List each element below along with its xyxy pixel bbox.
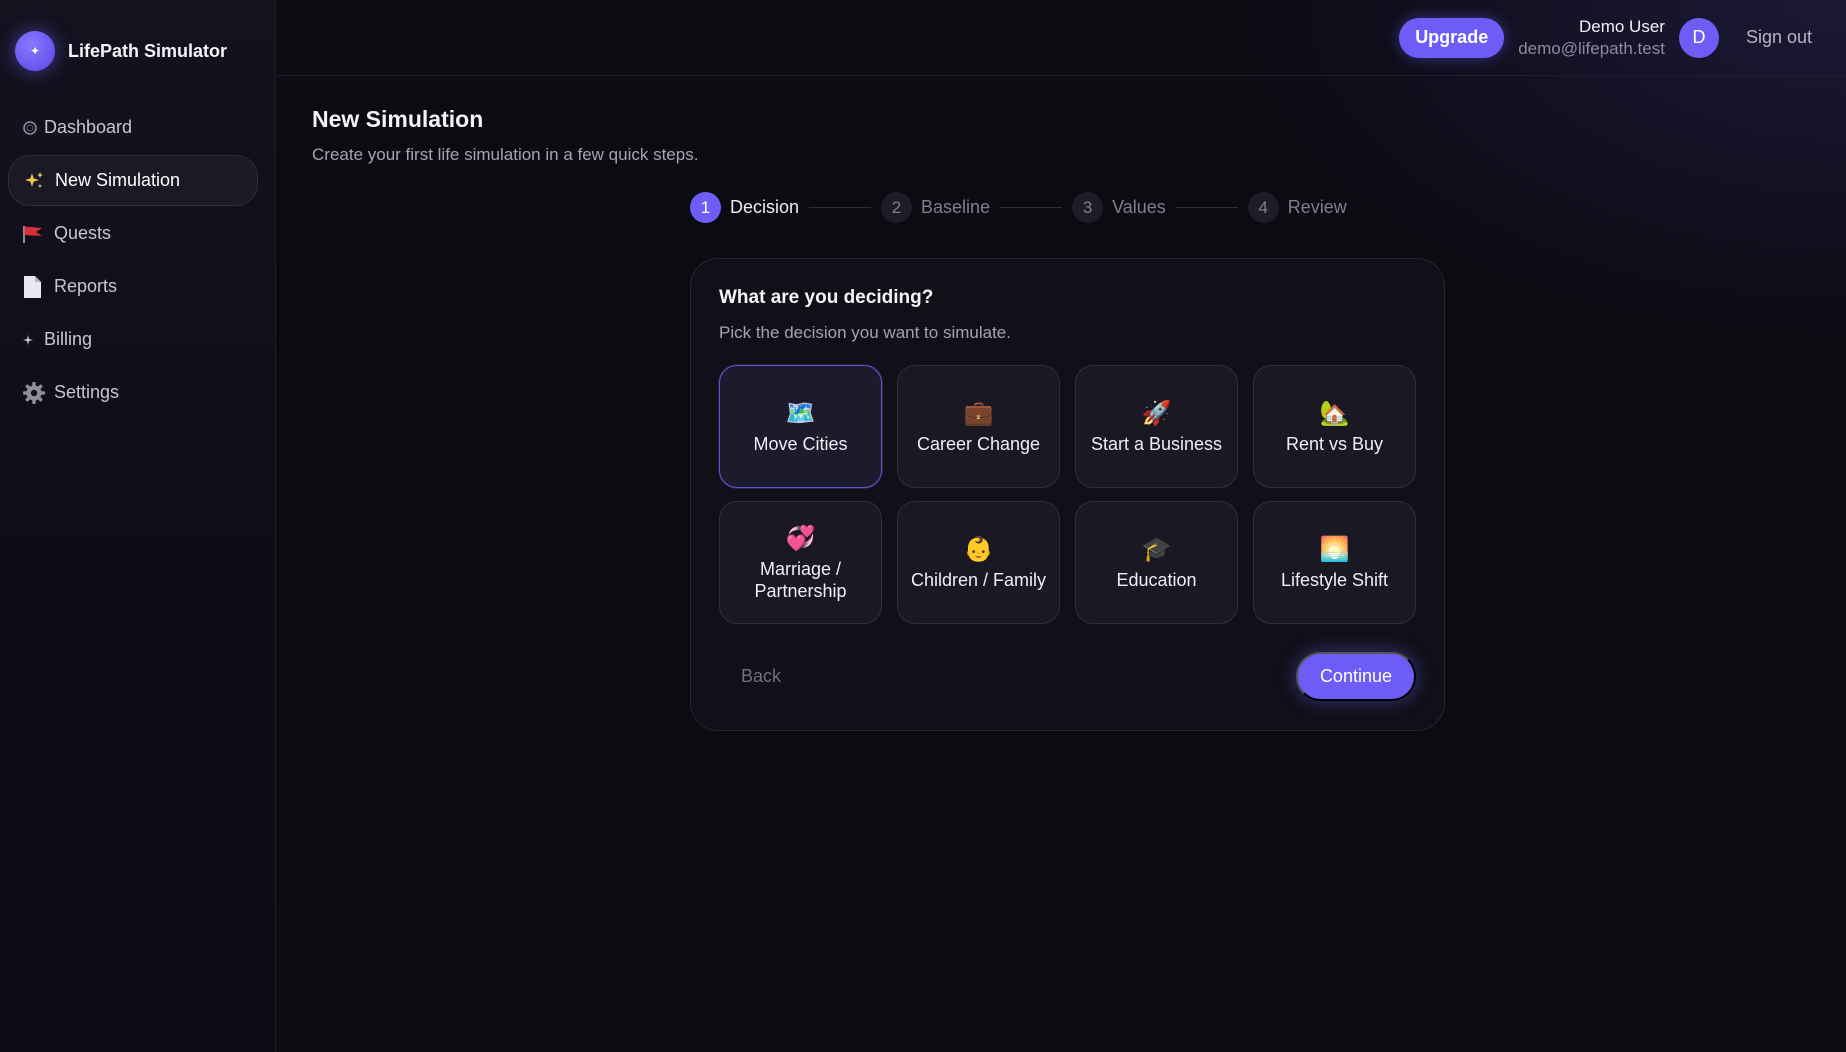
step-connector — [1000, 207, 1063, 208]
step-baseline[interactable]: 2 Baseline — [881, 192, 990, 223]
step-connector — [809, 207, 872, 208]
page-subtitle: Create your first life simulation in a f… — [312, 145, 699, 164]
user-email: demo@lifepath.test — [1518, 38, 1665, 58]
option-label: Education — [1116, 569, 1197, 590]
sidebar-item-label: New Simulation — [55, 170, 181, 190]
sidebar-nav: Dashboard New Simulation Quests Reports … — [8, 102, 267, 418]
avatar[interactable]: D — [1678, 17, 1719, 58]
brand-name: LifePath Simulator — [68, 40, 228, 61]
graduation-cap-icon: 🎓 — [1141, 535, 1172, 563]
sidebar: ✦ LifePath Simulator Dashboard New Simul… — [0, 0, 276, 1052]
sidebar-item-label: Settings — [54, 382, 120, 402]
step-number: 4 — [1247, 192, 1279, 223]
continue-button[interactable]: Continue — [1295, 652, 1416, 701]
gear-icon — [22, 381, 54, 405]
step-values[interactable]: 3 Values — [1072, 192, 1166, 223]
sidebar-item-settings[interactable]: Settings — [8, 367, 267, 418]
flag-icon — [22, 224, 54, 244]
sunrise-icon: 🌅 — [1319, 535, 1350, 563]
topbar: Upgrade Demo User demo@lifepath.test D S… — [276, 0, 1846, 76]
sidebar-item-label: Billing — [44, 329, 93, 349]
brand[interactable]: ✦ LifePath Simulator — [8, 0, 267, 102]
main-content: Upgrade Demo User demo@lifepath.test D S… — [276, 0, 1846, 1052]
sidebar-item-label: Dashboard — [44, 117, 133, 137]
step-decision[interactable]: 1 Decision — [690, 192, 799, 223]
document-icon — [22, 275, 54, 299]
option-label: Rent vs Buy — [1285, 433, 1384, 454]
sign-out-link[interactable]: Sign out — [1746, 27, 1812, 48]
option-label: Lifestyle Shift — [1280, 569, 1389, 590]
card-subtitle: Pick the decision you want to simulate. — [719, 323, 1011, 342]
step-label: Decision — [730, 197, 800, 217]
option-label: Career Change — [916, 433, 1041, 454]
option-move-cities[interactable]: 🗺️ Move Cities — [719, 365, 882, 488]
user-info: Demo User demo@lifepath.test — [1518, 16, 1665, 60]
card-actions: Back Continue — [719, 652, 1416, 701]
option-label: Children / Family — [910, 569, 1047, 590]
option-education[interactable]: 🎓 Education — [1075, 501, 1238, 624]
option-rent-vs-buy[interactable]: 🏡 Rent vs Buy — [1253, 365, 1416, 488]
option-children-family[interactable]: 👶 Children / Family — [897, 501, 1060, 624]
option-career-change[interactable]: 💼 Career Change — [897, 365, 1060, 488]
sidebar-item-billing[interactable]: Billing — [8, 314, 267, 365]
sidebar-item-new-simulation[interactable]: New Simulation — [8, 155, 258, 206]
decision-card: What are you deciding? Pick the decision… — [690, 258, 1445, 731]
option-marriage-partnership[interactable]: 💞 Marriage / Partnership — [719, 501, 882, 624]
map-icon: 🗺️ — [785, 399, 816, 427]
sidebar-item-quests[interactable]: Quests — [8, 208, 267, 259]
option-label: Start a Business — [1090, 433, 1223, 454]
baby-icon: 👶 — [963, 535, 994, 563]
sparkle-icon — [22, 334, 44, 346]
card-title: What are you deciding? — [719, 287, 934, 308]
step-number: 1 — [690, 192, 721, 223]
page-header: New Simulation Create your first life si… — [276, 76, 1846, 165]
stepper: 1 Decision 2 Baseline 3 Values 4 Review — [690, 192, 1347, 223]
house-icon: 🏡 — [1319, 399, 1350, 427]
step-review[interactable]: 4 Review — [1247, 192, 1347, 223]
sidebar-item-label: Quests — [54, 223, 112, 243]
step-number: 3 — [1072, 192, 1104, 223]
step-label: Baseline — [921, 197, 991, 217]
rocket-icon: 🚀 — [1141, 399, 1172, 427]
sidebar-item-reports[interactable]: Reports — [8, 261, 267, 312]
step-label: Review — [1287, 197, 1347, 217]
option-label: Marriage / Partnership — [754, 558, 847, 601]
option-label: Move Cities — [753, 433, 848, 454]
upgrade-button[interactable]: Upgrade — [1399, 17, 1505, 58]
sidebar-item-dashboard[interactable]: Dashboard — [8, 102, 267, 153]
step-connector — [1175, 207, 1238, 208]
step-label: Values — [1112, 197, 1166, 217]
option-lifestyle-shift[interactable]: 🌅 Lifestyle Shift — [1253, 501, 1416, 624]
app-root: ✦ LifePath Simulator Dashboard New Simul… — [0, 0, 1846, 1052]
page-title: New Simulation — [312, 106, 484, 132]
step-number: 2 — [881, 192, 913, 223]
briefcase-icon: 💼 — [963, 399, 994, 427]
hearts-icon: 💞 — [785, 524, 816, 552]
decision-options: 🗺️ Move Cities 💼 Career Change 🚀 Start a… — [719, 365, 1416, 624]
user-name: Demo User — [1578, 16, 1665, 36]
sidebar-item-label: Reports — [54, 276, 118, 296]
brand-logo-icon: ✦ — [15, 31, 55, 71]
sparkles-icon — [23, 170, 55, 192]
option-start-a-business[interactable]: 🚀 Start a Business — [1075, 365, 1238, 488]
back-button[interactable]: Back — [719, 666, 781, 687]
circle-icon — [22, 120, 44, 136]
